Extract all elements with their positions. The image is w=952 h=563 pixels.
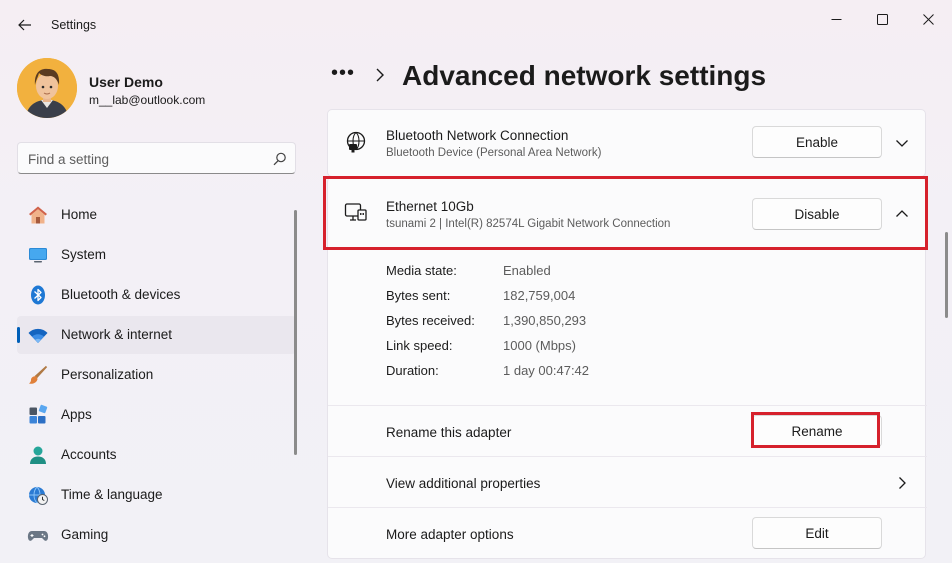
property-label: Media state: [386, 263, 457, 278]
settings-window: Settings User Demo m__lab@outlook.com Fi… [0, 0, 952, 563]
maximize-icon [876, 13, 888, 25]
edit-button[interactable]: Edit [752, 517, 882, 549]
clock-globe-icon [27, 484, 49, 506]
content-scrollbar[interactable] [945, 232, 948, 318]
sidebar-item-gaming[interactable]: Gaming [17, 516, 296, 554]
globe-network-icon [346, 131, 366, 153]
adapter-name: Ethernet 10Gb [386, 199, 474, 214]
property-label: Link speed: [386, 338, 453, 353]
property-label: Duration: [386, 363, 439, 378]
property-label: Bytes received: [386, 313, 475, 328]
user-avatar-icon [17, 58, 77, 118]
title-bar: Settings [0, 0, 952, 48]
property-value: Enabled [503, 263, 551, 278]
property-value: 1 day 00:47:42 [503, 363, 590, 378]
sidebar-item-label: Apps [61, 407, 92, 422]
more-adapter-options-label: More adapter options [386, 527, 514, 542]
sidebar-item-label: Personalization [61, 367, 154, 382]
sidebar-item-label: Home [61, 207, 98, 222]
divider [328, 405, 927, 406]
rename-button[interactable]: Rename [752, 415, 882, 447]
view-additional-properties-row[interactable]: View additional properties [328, 457, 927, 507]
maximize-button[interactable] [859, 6, 905, 32]
ethernet-monitor-icon [344, 203, 367, 221]
apps-icon [27, 404, 49, 426]
sidebar-scrollbar[interactable] [294, 210, 297, 455]
page-title: Advanced network settings [402, 60, 767, 91]
sidebar-item-home[interactable]: Home [17, 196, 296, 234]
user-name: User Demo [89, 74, 163, 90]
avatar[interactable] [17, 58, 77, 118]
chevron-up-icon[interactable] [894, 206, 910, 222]
divider [328, 249, 927, 250]
search-icon[interactable] [273, 152, 287, 166]
adapter-name: Bluetooth Network Connection [386, 128, 569, 143]
sidebar-item-accounts[interactable]: Accounts [17, 436, 296, 474]
brush-icon [27, 364, 49, 386]
minimize-icon [831, 18, 841, 20]
adapter-card-bluetooth[interactable]: Bluetooth Network Connection Bluetooth D… [327, 109, 926, 177]
home-icon [27, 204, 49, 226]
sidebar-item-apps[interactable]: Apps [17, 396, 296, 434]
user-email: m__lab@outlook.com [89, 93, 206, 107]
sidebar-nav: Home System Bluetooth & devices Network … [17, 196, 296, 556]
sidebar-item-label: Bluetooth & devices [61, 287, 181, 302]
property-value: 1,390,850,293 [503, 313, 587, 328]
property-value: 1000 (Mbps) [503, 338, 576, 353]
breadcrumb-overflow-button[interactable]: ••• [331, 62, 357, 86]
back-button[interactable] [12, 12, 38, 38]
sidebar-item-system[interactable]: System [17, 236, 296, 274]
minimize-button[interactable] [813, 6, 859, 32]
sidebar-item-personalization[interactable]: Personalization [17, 356, 296, 394]
sidebar-item-label: Gaming [61, 527, 109, 542]
sidebar-item-label: Accounts [61, 447, 117, 462]
adapter-card-ethernet: Ethernet 10Gb tsunami 2 | Intel(R) 82574… [327, 177, 927, 559]
sidebar-item-time-language[interactable]: Time & language [17, 476, 296, 514]
gamepad-icon [27, 524, 49, 546]
property-value: 182,759,004 [503, 288, 576, 303]
rename-adapter-label: Rename this adapter [386, 425, 512, 440]
adapter-description: Bluetooth Device (Personal Area Network) [386, 147, 602, 159]
view-properties-label: View additional properties [386, 476, 541, 491]
sidebar-item-label: System [61, 247, 107, 262]
close-icon [922, 13, 934, 25]
arrow-left-icon [18, 19, 31, 31]
enable-button[interactable]: Enable [752, 126, 882, 158]
sidebar-item-label: Network & internet [61, 327, 173, 342]
chevron-right-icon [376, 68, 384, 82]
sidebar-item-bluetooth[interactable]: Bluetooth & devices [17, 276, 296, 314]
accounts-icon [27, 444, 49, 466]
search-box[interactable] [17, 142, 296, 174]
chevron-down-icon[interactable] [894, 135, 910, 151]
search-input[interactable] [28, 149, 258, 169]
adapter-header-ethernet[interactable]: Ethernet 10Gb tsunami 2 | Intel(R) 82574… [328, 177, 927, 249]
sidebar-item-label: Time & language [61, 487, 163, 502]
property-label: Bytes sent: [386, 288, 451, 303]
system-icon [27, 244, 49, 266]
divider [328, 507, 927, 508]
close-button[interactable] [905, 6, 951, 32]
wifi-icon [27, 324, 49, 346]
adapter-description: tsunami 2 | Intel(R) 82574L Gigabit Netw… [386, 218, 671, 230]
sidebar-item-network[interactable]: Network & internet [17, 316, 296, 354]
chevron-right-icon [899, 477, 906, 489]
disable-button[interactable]: Disable [752, 198, 882, 230]
app-title: Settings [51, 18, 97, 32]
bluetooth-icon [27, 284, 49, 306]
